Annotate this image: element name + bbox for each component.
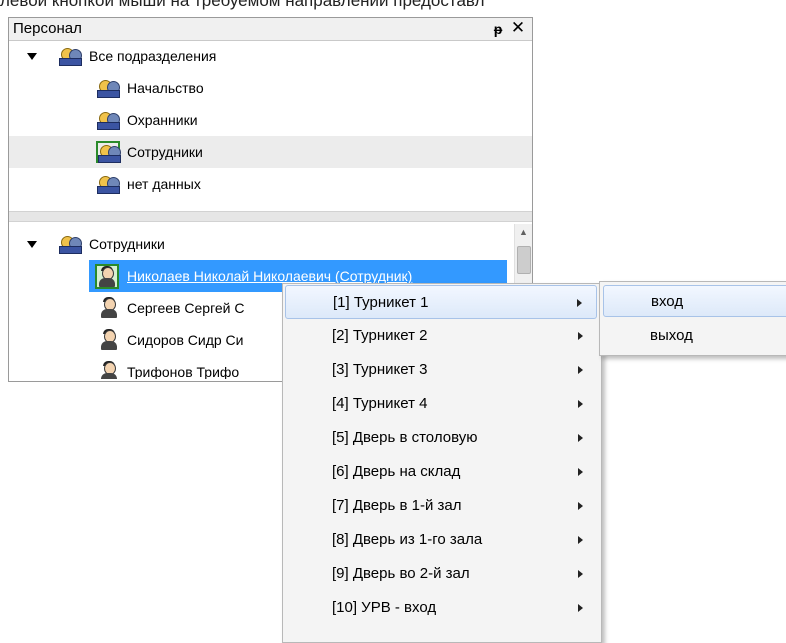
departments-tree: Все подразделения Начальство Охранники С… xyxy=(9,40,532,205)
pin-icon[interactable]: ᵽ xyxy=(490,19,506,39)
tree-root-all-departments[interactable]: Все подразделения xyxy=(9,40,532,72)
menu-item-label: [8] Дверь из 1-го зала xyxy=(332,531,483,548)
submenu-item-label: выход xyxy=(650,327,693,344)
submenu-arrow-icon xyxy=(578,332,583,340)
scroll-thumb[interactable] xyxy=(517,246,531,274)
tree-item-no-data[interactable]: нет данных xyxy=(9,168,532,200)
person-icon xyxy=(95,264,119,289)
menu-item-time-tracking-entry[interactable]: [10] УРВ - вход xyxy=(285,591,597,625)
submenu-arrow-icon xyxy=(578,570,583,578)
menu-item-turnstile-2[interactable]: [2] Турникет 2 xyxy=(285,319,597,353)
panel-header: Персонал ᵽ ✕ xyxy=(9,18,532,41)
group-icon xyxy=(96,141,121,163)
tree-item-label: Охранники xyxy=(127,112,198,128)
group-icon xyxy=(59,46,82,66)
menu-item-label: [3] Турникет 3 xyxy=(332,361,428,378)
tree-item-label: Сотрудники xyxy=(127,144,203,160)
submenu-arrow-icon xyxy=(578,434,583,442)
menu-item-turnstile-1[interactable]: [1] Турникет 1 xyxy=(285,285,597,319)
panel-splitter[interactable] xyxy=(9,211,532,222)
submenu-arrow-icon xyxy=(578,366,583,374)
menu-item-label: [1] Турникет 1 xyxy=(333,294,429,311)
submenu-arrow-icon xyxy=(578,400,583,408)
tree-item-employees[interactable]: Сотрудники xyxy=(9,136,532,168)
person-icon xyxy=(99,297,119,319)
menu-item-label: [2] Турникет 2 xyxy=(332,327,428,344)
tree-item-label: нет данных xyxy=(127,176,201,192)
menu-item-turnstile-4[interactable]: [4] Турникет 4 xyxy=(285,387,597,421)
menu-item-hall-1-out-door[interactable]: [8] Дверь из 1-го зала xyxy=(285,523,597,557)
person-icon xyxy=(99,361,119,379)
submenu-arrow-icon xyxy=(578,502,583,510)
submenu: вход выход xyxy=(599,281,786,356)
submenu-arrow-icon xyxy=(578,536,583,544)
expand-arrow-icon[interactable] xyxy=(27,53,37,60)
menu-item-label: [10] УРВ - вход xyxy=(332,599,437,616)
menu-item-label: [4] Турникет 4 xyxy=(332,395,428,412)
submenu-arrow-icon xyxy=(578,604,583,612)
group-icon xyxy=(97,110,120,130)
tree-item-label: Трифонов Трифо xyxy=(127,364,240,379)
panel-title: Персонал xyxy=(13,20,82,37)
group-icon xyxy=(59,234,82,254)
submenu-arrow-icon xyxy=(577,299,582,307)
submenu-item-entry[interactable]: вход xyxy=(603,285,786,317)
tree-item-label: Сидоров Сидр Си xyxy=(127,332,244,348)
menu-item-label: [6] Дверь на склад xyxy=(332,463,461,480)
menu-item-label: [5] Дверь в столовую xyxy=(332,429,478,446)
close-icon[interactable]: ✕ xyxy=(510,18,526,38)
menu-item-turnstile-3[interactable]: [3] Турникет 3 xyxy=(285,353,597,387)
tree-item-label: Сергеев Сергей С xyxy=(127,300,245,316)
menu-item-hall-1-in-door[interactable]: [7] Дверь в 1-й зал xyxy=(285,489,597,523)
submenu-item-exit[interactable]: выход xyxy=(603,320,786,352)
menu-item-label: [7] Дверь в 1-й зал xyxy=(332,497,462,514)
tree-item-label: Начальство xyxy=(127,80,204,96)
tree-root-employees[interactable]: Сотрудники xyxy=(9,228,515,260)
group-icon xyxy=(97,78,120,98)
group-icon xyxy=(97,174,120,194)
tree-item-label: Все подразделения xyxy=(89,48,217,64)
submenu-arrow-icon xyxy=(578,468,583,476)
scroll-up-icon[interactable]: ▲ xyxy=(515,224,532,240)
context-menu: [1] Турникет 1 [2] Турникет 2 [3] Турник… xyxy=(282,283,602,643)
menu-item-canteen-door[interactable]: [5] Дверь в столовую xyxy=(285,421,597,455)
tree-item-label: Сотрудники xyxy=(89,236,165,252)
tree-item-guards[interactable]: Охранники xyxy=(9,104,532,136)
person-icon xyxy=(99,329,119,351)
menu-item-warehouse-door[interactable]: [6] Дверь на склад xyxy=(285,455,597,489)
expand-arrow-icon[interactable] xyxy=(27,241,37,248)
menu-item-hall-2-in-door[interactable]: [9] Дверь во 2-й зал xyxy=(285,557,597,591)
tree-item-management[interactable]: Начальство xyxy=(9,72,532,104)
background-instruction-text: левой кнопкой мыши на требуемом направле… xyxy=(0,0,485,10)
menu-item-label: [9] Дверь во 2-й зал xyxy=(332,565,470,582)
submenu-item-label: вход xyxy=(651,293,684,310)
